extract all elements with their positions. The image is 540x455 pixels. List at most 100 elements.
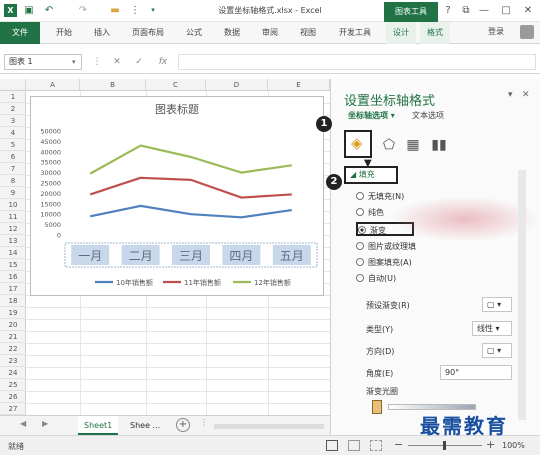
redo-icon[interactable]: ↷	[76, 4, 90, 17]
row-header-17[interactable]: 17	[0, 283, 26, 295]
radio-picture-fill[interactable]: 图片或纹理填	[356, 240, 416, 254]
avatar[interactable]	[520, 25, 534, 39]
pane-options-icon[interactable]: ▾	[508, 90, 513, 100]
row-header-27[interactable]: 27	[0, 403, 26, 415]
tab-view[interactable]: 视图	[292, 22, 324, 44]
column-e[interactable]: E	[268, 79, 330, 91]
open-folder-icon[interactable]: ▬	[108, 4, 122, 17]
close-button[interactable]: ✕	[520, 4, 536, 18]
row-header-12[interactable]: 12	[0, 223, 26, 235]
enter-icon[interactable]: ✓	[132, 55, 146, 69]
row-header-9[interactable]: 9	[0, 187, 26, 199]
undo-icon[interactable]: ↶	[42, 4, 56, 17]
tab-design[interactable]: 设计	[386, 22, 416, 44]
row-header-19[interactable]: 19	[0, 307, 26, 319]
column-c[interactable]: C	[146, 79, 206, 91]
row-header-2[interactable]: 2	[0, 103, 26, 115]
tab-page-layout[interactable]: 页面布局	[124, 22, 172, 44]
tab-review[interactable]: 审阅	[254, 22, 286, 44]
horizontal-scrollbar[interactable]	[214, 424, 324, 429]
tab-data[interactable]: 数据	[216, 22, 248, 44]
column-b[interactable]: B	[80, 79, 146, 91]
row-header-16[interactable]: 16	[0, 271, 26, 283]
row-header-4[interactable]: 4	[0, 127, 26, 139]
fill-section-header[interactable]: ◢ 填充	[344, 166, 398, 184]
tab-axis-options[interactable]: 坐标轴选项 ▾	[348, 110, 395, 121]
insert-function-icon[interactable]: fx	[156, 55, 170, 69]
chevron-down-icon[interactable]: ▾	[72, 54, 82, 70]
pentagon-effects-icon[interactable]: ⬠	[378, 134, 400, 156]
pane-close-icon[interactable]: ✕	[522, 90, 530, 100]
save-icon[interactable]: ▣	[22, 4, 36, 17]
row-header-6[interactable]: 6	[0, 151, 26, 163]
sheet-tab-sheet2[interactable]: Shee ...	[124, 416, 166, 435]
type-dropdown[interactable]: 线性 ▾	[472, 321, 512, 336]
maximize-button[interactable]: □	[498, 4, 514, 18]
formula-input[interactable]	[178, 54, 536, 70]
name-box[interactable]: 图表 1	[4, 54, 82, 70]
add-sheet-icon[interactable]: +	[176, 418, 190, 432]
page-break-view-icon[interactable]	[370, 440, 382, 451]
page-layout-view-icon[interactable]	[348, 440, 360, 451]
row-header-3[interactable]: 3	[0, 115, 26, 127]
row-header-10[interactable]: 10	[0, 199, 26, 211]
angle-input[interactable]: 90°	[440, 365, 512, 380]
radio-gradient-fill-label: 渐变	[370, 226, 386, 235]
radio-pattern-fill[interactable]: 图案填充(A)	[356, 256, 412, 270]
row-header-26[interactable]: 26	[0, 391, 26, 403]
sheet-tab-sheet1[interactable]: Sheet1	[78, 416, 119, 435]
radio-solid-fill[interactable]: 纯色	[356, 206, 384, 220]
minimize-button[interactable]: —	[476, 4, 492, 18]
row-header-25[interactable]: 25	[0, 379, 26, 391]
row-header-1[interactable]: 1	[0, 91, 26, 103]
more-sheets-icon[interactable]: ⋮	[200, 418, 208, 427]
cancel-icon[interactable]: ✕	[110, 55, 124, 69]
row-header-11[interactable]: 11	[0, 211, 26, 223]
tab-text-options[interactable]: 文本选项	[412, 110, 444, 121]
direction-dropdown[interactable]: ▢ ▾	[482, 343, 512, 358]
row-header-13[interactable]: 13	[0, 235, 26, 247]
scroll-right-icon[interactable]: ▶	[42, 419, 48, 428]
row-header-15[interactable]: 15	[0, 259, 26, 271]
radio-automatic-fill[interactable]: 自动(U)	[356, 272, 396, 286]
row-header-20[interactable]: 20	[0, 319, 26, 331]
ribbon-display-options-icon[interactable]: ⧉	[458, 4, 474, 18]
line-chart[interactable]: 图表标题 50000 45000 40000 35000 30000 25000 20000 1…	[30, 96, 324, 296]
tab-file[interactable]: 文件	[0, 22, 40, 44]
column-a[interactable]: A	[26, 79, 80, 91]
column-d[interactable]: D	[206, 79, 268, 91]
help-button[interactable]: ?	[440, 4, 456, 18]
preset-gradient-dropdown[interactable]: ▢ ▾	[482, 297, 512, 312]
tab-home[interactable]: 开始	[48, 22, 80, 44]
row-header-7[interactable]: 7	[0, 163, 26, 175]
row-header-23[interactable]: 23	[0, 355, 26, 367]
fill-line-tab[interactable]: ◈	[344, 130, 372, 158]
axis-options-bar-icon[interactable]: ▮▮	[428, 134, 450, 156]
login-link[interactable]: 登录	[488, 26, 504, 37]
zoom-out-icon[interactable]: −	[394, 438, 403, 451]
row-header-18[interactable]: 18	[0, 295, 26, 307]
customize-qat-icon[interactable]: ▾	[146, 4, 160, 17]
row-header-14[interactable]: 14	[0, 247, 26, 259]
quick-access-more-icon[interactable]: ⋮	[128, 4, 142, 17]
select-all-corner[interactable]	[0, 79, 26, 91]
zoom-in-icon[interactable]: +	[486, 438, 495, 451]
row-header-22[interactable]: 22	[0, 343, 26, 355]
row-header-24[interactable]: 24	[0, 367, 26, 379]
size-properties-icon[interactable]: ▦	[402, 134, 424, 156]
normal-view-icon[interactable]	[326, 440, 338, 451]
tab-format[interactable]: 格式	[420, 22, 450, 44]
row-header-8[interactable]: 8	[0, 175, 26, 187]
scroll-left-icon[interactable]: ◀	[20, 419, 26, 428]
radio-icon	[356, 208, 364, 216]
zoom-slider-thumb[interactable]	[443, 441, 446, 450]
row-header-5[interactable]: 5	[0, 139, 26, 151]
row-header-21[interactable]: 21	[0, 331, 26, 343]
zoom-level[interactable]: 100%	[502, 441, 525, 450]
window-title: 设置坐标轴格式.xlsx - Excel	[218, 6, 322, 15]
gradient-stop-handle[interactable]	[372, 400, 382, 414]
pane-scrollbar[interactable]	[518, 170, 526, 420]
tab-developer[interactable]: 开发工具	[330, 22, 380, 44]
tab-formulas[interactable]: 公式	[178, 22, 210, 44]
tab-insert[interactable]: 插入	[86, 22, 118, 44]
